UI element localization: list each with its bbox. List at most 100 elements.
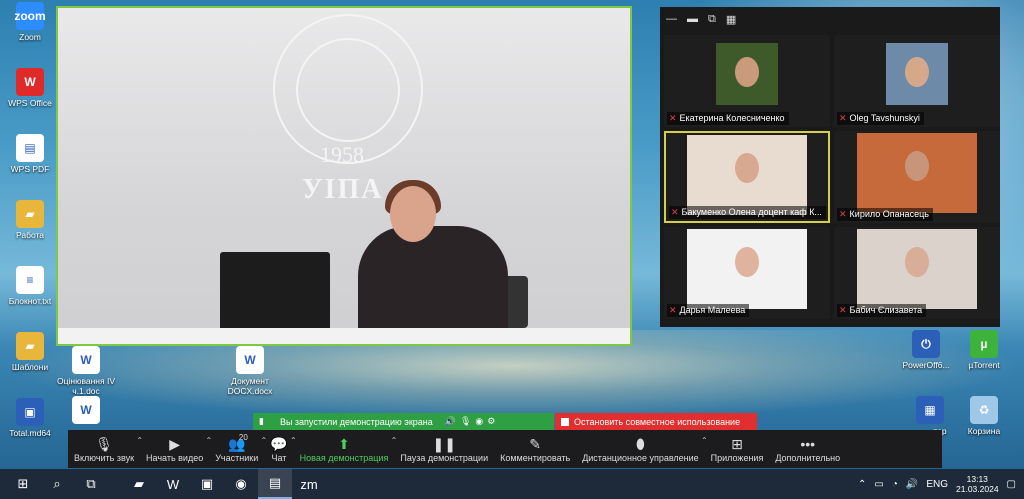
desktop-icon-label: Работа bbox=[15, 230, 45, 240]
desktop-icon-doc[interactable]: W Оцінювання IV ч.1.doc bbox=[56, 346, 116, 397]
network-icon[interactable]: ◔ bbox=[892, 479, 898, 490]
main-video-window[interactable]: 1958 УІПА bbox=[56, 6, 632, 346]
participant-face bbox=[735, 152, 759, 183]
toolbar-button-label: Комментировать bbox=[500, 452, 571, 463]
desktop-icon-2[interactable]: ▤ WPS PDF bbox=[0, 134, 60, 175]
floppy-taskbar-icon[interactable]: ▣ bbox=[190, 469, 224, 499]
notifications-icon[interactable]: ▢ bbox=[1007, 479, 1016, 490]
desktop-icon-3[interactable]: ▰ Работа bbox=[0, 200, 60, 241]
tray-overflow-icon[interactable]: ⌃ bbox=[858, 479, 866, 490]
gallery-view-control-icon[interactable]: ⧉ bbox=[708, 13, 716, 26]
participant-name-text: Oleg Tavshunskyi bbox=[849, 113, 920, 123]
toolbar-button-label: Дистанционное управление bbox=[582, 452, 699, 463]
toolbar-button-2[interactable]: 👥 Участники 20 ⌃ bbox=[209, 430, 267, 468]
toolbar-button-7[interactable]: ⬮ Дистанционное управление ⌃ bbox=[576, 430, 707, 468]
participant-tile[interactable]: ✕ Екатерина Колесниченко bbox=[664, 35, 830, 127]
participant-name-text: Бабич Єлизавета bbox=[849, 305, 923, 315]
desktop-icon-utorrent[interactable]: µ µTorrent bbox=[954, 330, 1014, 371]
participant-name: ✕ Екатерина Колесниченко bbox=[667, 112, 789, 125]
windows-start-icon[interactable]: ⊞ bbox=[6, 469, 40, 499]
desktop-icon-label: Zoom bbox=[19, 32, 41, 42]
remote-control-mouse-icon: ⬮ bbox=[636, 435, 645, 452]
desktop-icon-0[interactable]: zoom Zoom bbox=[0, 2, 60, 43]
share-mic-icon[interactable]: 🎙 bbox=[460, 416, 471, 427]
toolbar-button-5[interactable]: ❚❚ Пауза демонстрации bbox=[394, 430, 494, 468]
file-explorer-icon[interactable]: ▰ bbox=[122, 469, 156, 499]
toolbar-button-label: Включить звук bbox=[74, 452, 135, 463]
active-app-icon[interactable]: ▤ bbox=[258, 469, 292, 499]
gallery-view-control-icon[interactable]: ▦ bbox=[726, 13, 736, 26]
participant-name-text: Дарья Малеева bbox=[679, 305, 746, 315]
participant-video bbox=[886, 43, 948, 105]
desktop-icon-label: Шаблони bbox=[11, 362, 49, 372]
emblem-abbreviation: УІПА bbox=[302, 174, 384, 205]
floppy-icon: ▣ bbox=[16, 398, 44, 426]
toolbar-button-4[interactable]: ⬆ Новая демонстрация ⌃ bbox=[294, 430, 398, 468]
participant-face bbox=[905, 56, 929, 87]
participant-name: ✕ Бабич Єлизавета bbox=[837, 304, 927, 317]
participant-name: ✕ Бакуменко Олена доцент каф К... bbox=[669, 206, 826, 219]
language-indicator[interactable]: ENG bbox=[926, 479, 948, 490]
desktop-icon-word[interactable]: W bbox=[56, 396, 116, 427]
share-record-icon[interactable]: ◉ bbox=[475, 416, 483, 427]
participant-tile[interactable]: ✕ Oleg Tavshunskyi bbox=[834, 35, 1000, 127]
participant-tile[interactable]: ✕ Бабич Єлизавета bbox=[834, 227, 1000, 319]
gallery-view-control-icon[interactable]: — bbox=[666, 13, 677, 25]
zoom-taskbar-icon[interactable]: zm bbox=[292, 469, 326, 499]
toolbar-button-3[interactable]: 💬 Чат ⌃ bbox=[264, 430, 296, 468]
folder-icon: ▰ bbox=[16, 200, 44, 228]
toolbar-button-6[interactable]: ✎ Комментировать bbox=[494, 430, 576, 468]
stop-sharing-button[interactable]: Остановить совместное использование bbox=[555, 413, 757, 430]
toolbar-button-label: Приложения bbox=[710, 452, 764, 463]
toolbar-button-9[interactable]: ••• Дополнительно bbox=[769, 430, 846, 468]
toolbar-button-label: Пауза демонстрации bbox=[400, 452, 489, 463]
windows-taskbar: ⊞ ⌕ ⧉ ▰ W ▣ ◉ ▤ zm ⌃ ▭ ◔ 🔊 ENG 13:13 21.03.2024 … bbox=[0, 469, 1024, 499]
toolbar-button-label: Начать видео bbox=[146, 452, 204, 463]
clock-time: 13:13 bbox=[966, 473, 988, 484]
toolbar-button-8[interactable]: ⊞ Приложения bbox=[705, 430, 770, 468]
share-audio-icon[interactable]: 🔊 bbox=[445, 416, 456, 427]
desktop-icon-recycle-bin[interactable]: ♻ Корзина bbox=[954, 396, 1014, 437]
search-icon[interactable]: ⌕ bbox=[40, 469, 74, 499]
participant-name-text: Кирило Опанасець bbox=[849, 209, 929, 219]
gallery-view-control-icon[interactable]: ▬ bbox=[687, 13, 698, 25]
clock[interactable]: 13:13 21.03.2024 bbox=[956, 474, 999, 494]
participant-tile[interactable]: ✕ Бакуменко Олена доцент каф К... bbox=[664, 131, 830, 223]
desktop-icon-docx[interactable]: W Документ DOCX.docx bbox=[220, 346, 280, 397]
share-settings-icon[interactable]: ⚙ bbox=[487, 416, 495, 427]
participant-tile[interactable]: ✕ Кирило Опанасець bbox=[834, 131, 1000, 223]
more-icon: ••• bbox=[800, 435, 816, 452]
toolbar-button-label: Дополнительно bbox=[775, 452, 841, 463]
desktop-icon-4[interactable]: ≡ Блокнот.txt bbox=[0, 266, 60, 307]
desktop-icon-poweroff[interactable]: ⏻ PowerOff6... bbox=[896, 330, 956, 371]
desktop-icon-6[interactable]: ▣ Total.md64 bbox=[0, 398, 60, 439]
sharing-message: Вы запустили демонстрацию экрана bbox=[279, 416, 433, 427]
toolbar-button-1[interactable]: ▶ Начать видео ⌃ bbox=[140, 430, 212, 468]
participant-face bbox=[905, 150, 929, 181]
academy-emblem-inner bbox=[296, 38, 400, 142]
wps-office-icon: W bbox=[16, 68, 44, 96]
wps-taskbar-icon[interactable]: W bbox=[156, 469, 190, 499]
participant-face bbox=[735, 246, 759, 277]
desk bbox=[58, 328, 630, 344]
mic-muted-icon: ✕ bbox=[669, 113, 677, 123]
chrome-icon[interactable]: ◉ bbox=[224, 469, 258, 499]
toolbar-button-label: Новая демонстрация bbox=[299, 452, 389, 463]
task-view-icon[interactable]: ⧉ bbox=[74, 469, 108, 499]
participant-name-text: Бакуменко Олена доцент каф К... bbox=[681, 207, 822, 217]
sharing-status-bar: ▮ Вы запустили демонстрацию экрана 🔊 🎙 ◉… bbox=[253, 413, 554, 430]
volume-icon[interactable]: 🔊 bbox=[906, 479, 918, 490]
stop-sharing-label: Остановить совместное использование bbox=[574, 416, 741, 427]
mic-muted-icon: ✕ bbox=[839, 305, 847, 315]
battery-icon[interactable]: ▭ bbox=[874, 479, 883, 490]
gallery-toolbar: — ▬ ⧉ ▦ bbox=[660, 7, 1000, 31]
toolbar-button-0[interactable]: 🎙 Включить звук ⌃ bbox=[68, 430, 143, 468]
desktop-icon-label: Блокнот.txt bbox=[8, 296, 52, 306]
poweroff-icon: ⏻ bbox=[912, 330, 940, 358]
participant-name: ✕ Кирило Опанасець bbox=[837, 208, 933, 221]
participant-tile[interactable]: ✕ Дарья Малеева bbox=[664, 227, 830, 319]
word-doc-icon: W bbox=[72, 346, 100, 374]
desktop-icon-5[interactable]: ▰ Шаблони bbox=[0, 332, 60, 373]
video-off-icon: ▶ bbox=[169, 435, 181, 452]
desktop-icon-1[interactable]: W WPS Office bbox=[0, 68, 60, 109]
